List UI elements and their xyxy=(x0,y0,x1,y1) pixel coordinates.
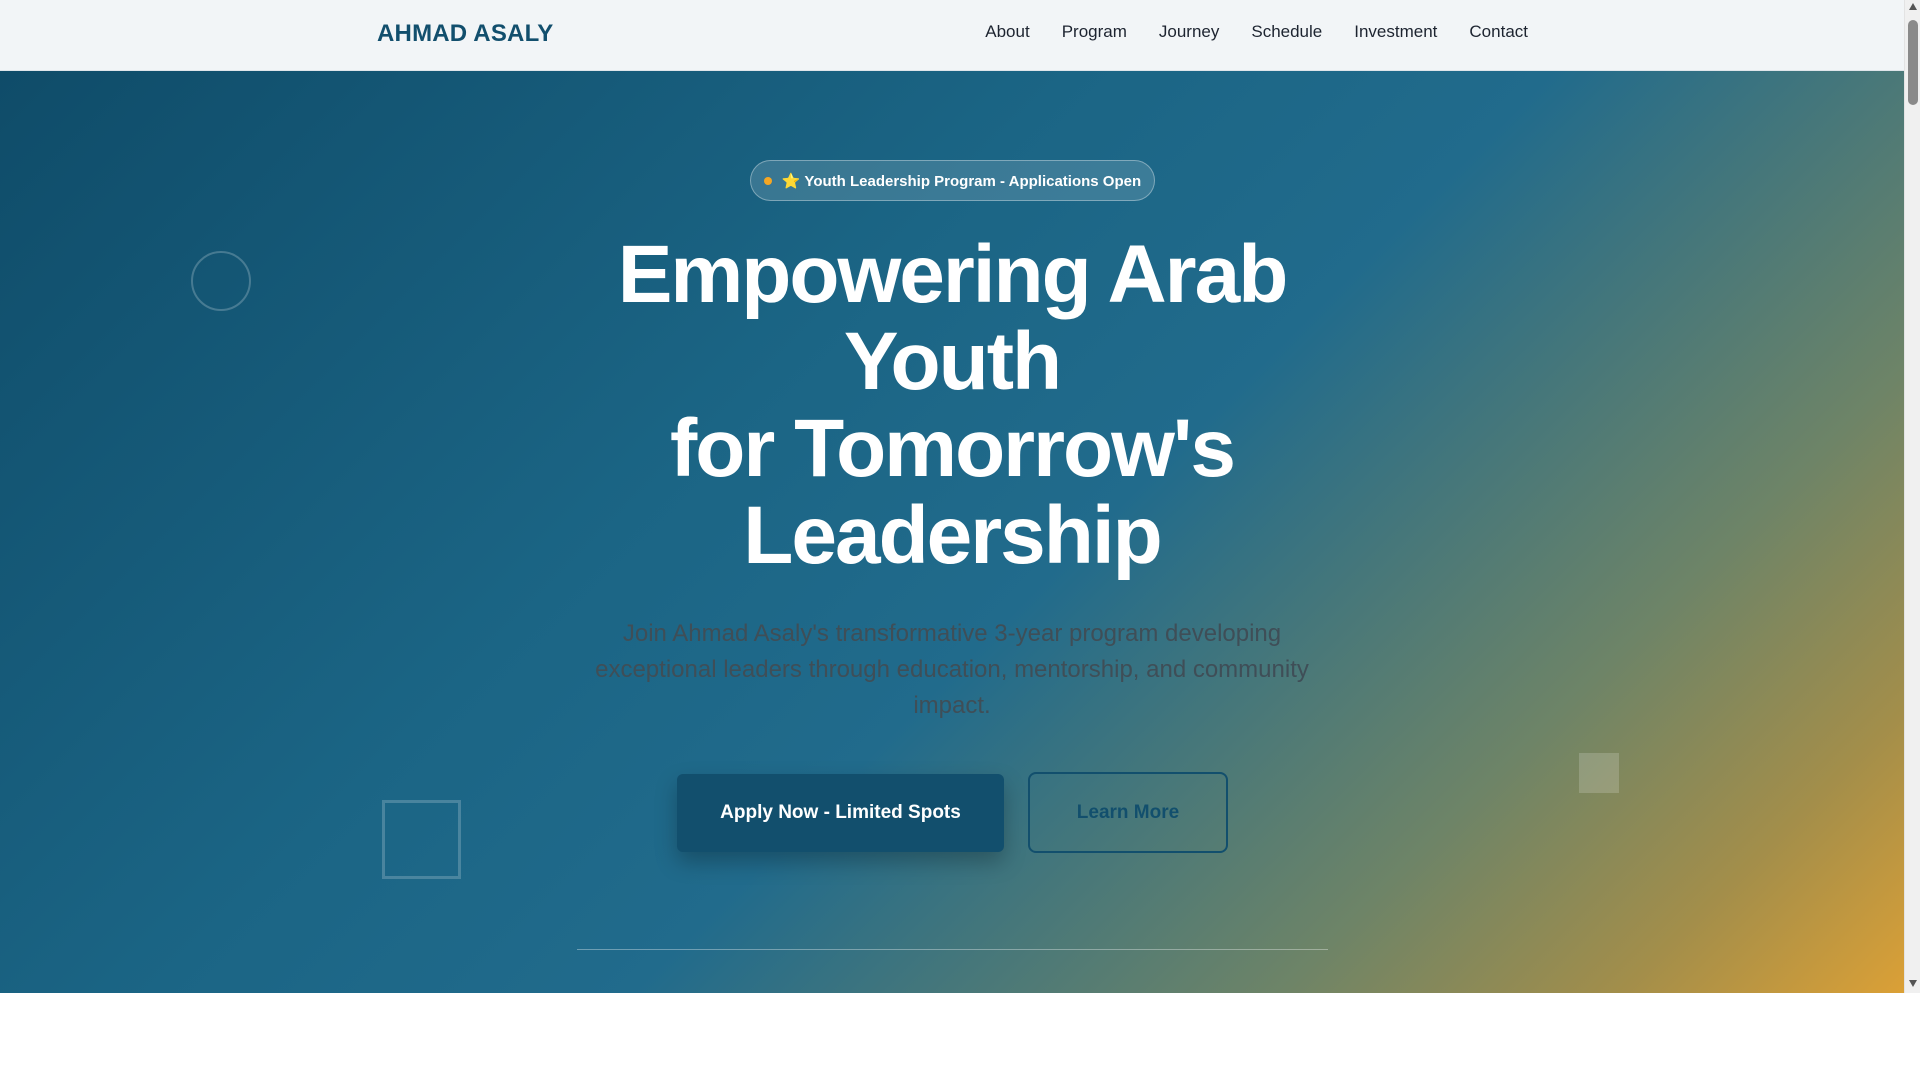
scroll-up-arrow-icon[interactable] xyxy=(1909,3,1917,10)
apply-now-button[interactable]: Apply Now - Limited Spots xyxy=(677,774,1004,852)
nav-link-investment[interactable]: Investment xyxy=(1354,22,1437,42)
nav-links: About Program Journey Schedule Investmen… xyxy=(985,22,1528,42)
top-navbar: AHMAD ASALY About Program Journey Schedu… xyxy=(0,0,1904,71)
nav-link-contact[interactable]: Contact xyxy=(1469,22,1528,42)
scroll-down-arrow-icon[interactable] xyxy=(1909,980,1917,987)
nav-link-program[interactable]: Program xyxy=(1062,22,1127,42)
applications-open-badge: ⭐ Youth Leadership Program - Application… xyxy=(750,160,1155,201)
page: AHMAD ASALY About Program Journey Schedu… xyxy=(0,0,1904,1080)
badge-label: ⭐ Youth Leadership Program - Application… xyxy=(781,172,1142,190)
decorative-square-filled xyxy=(1579,753,1619,793)
nav-link-schedule[interactable]: Schedule xyxy=(1251,22,1322,42)
scrollbar-thumb[interactable] xyxy=(1908,20,1918,105)
hero-title-line: Empowering Arab xyxy=(617,229,1289,320)
hero-section: ⭐ Youth Leadership Program - Application… xyxy=(0,71,1904,993)
status-dot-icon xyxy=(763,176,772,185)
site-logo[interactable]: AHMAD ASALY xyxy=(377,20,553,48)
decorative-square-outline xyxy=(382,800,461,879)
hero-title-line: for Tomorrow's xyxy=(670,403,1236,494)
page-scrollbar[interactable] xyxy=(1904,0,1920,993)
hero-title-line: Leadership xyxy=(743,490,1162,581)
hero-title: Empowering Arab Youth for Tomorrow's Lea… xyxy=(452,231,1452,579)
nav-link-journey[interactable]: Journey xyxy=(1159,22,1219,42)
hero-title-line: Youth xyxy=(843,316,1062,407)
hero-subtitle: Join Ahmad Asaly's transformative 3-year… xyxy=(595,620,1309,719)
nav-link-about[interactable]: About xyxy=(985,22,1029,42)
hero-divider xyxy=(577,949,1328,950)
learn-more-button[interactable]: Learn More xyxy=(1028,772,1228,853)
decorative-circle xyxy=(191,251,251,311)
